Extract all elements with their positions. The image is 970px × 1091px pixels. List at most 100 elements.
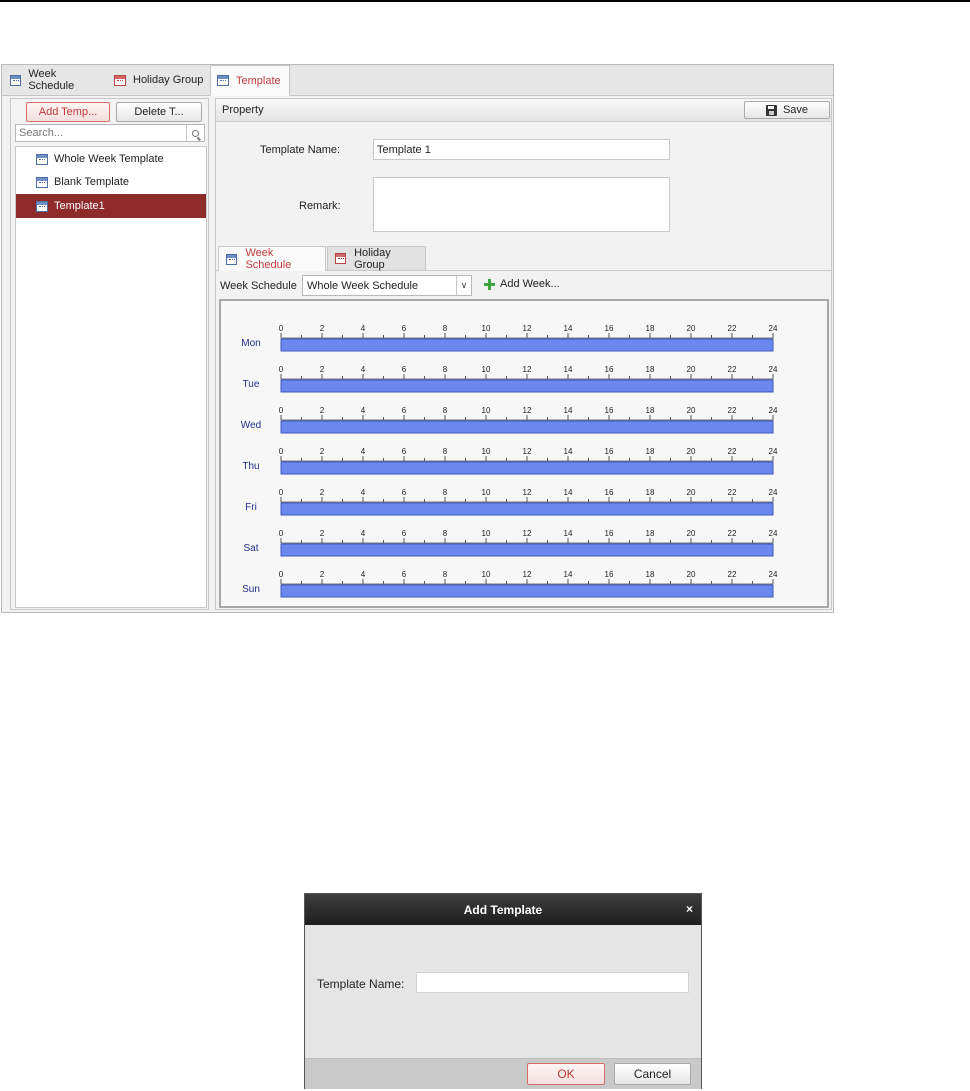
calendar-icon [226, 253, 238, 265]
list-item-label: Blank Template [54, 176, 130, 188]
hour-tick-label: 12 [523, 529, 532, 538]
hour-tick-label: 10 [482, 365, 491, 374]
hour-tick-label: 6 [402, 365, 407, 374]
hour-tick-label: 10 [482, 570, 491, 579]
hour-tick-label: 14 [564, 447, 573, 456]
hour-tick-label: 14 [564, 570, 573, 579]
add-template-button[interactable]: Add Temp... [26, 102, 110, 122]
schedule-bar [280, 461, 774, 475]
template-icon [36, 176, 48, 188]
hour-tick-label: 16 [605, 447, 614, 456]
save-button[interactable]: Save [744, 101, 830, 119]
list-item-whole-week-template[interactable]: Whole Week Template [16, 147, 206, 171]
template-icon [217, 75, 229, 86]
dialog-template-name-field[interactable] [416, 972, 689, 993]
close-icon[interactable]: × [686, 902, 693, 916]
hour-tick-label: 8 [443, 529, 448, 538]
hour-tick-label: 20 [687, 529, 696, 538]
tab-label: Template [236, 74, 281, 87]
hour-tick-label: 8 [443, 447, 448, 456]
hour-tick-label: 2 [320, 406, 325, 415]
add-template-dialog: Add Template × Template Name: OK Cancel [304, 893, 702, 1089]
hour-tick-label: 4 [361, 365, 366, 374]
hour-tick-label: 2 [320, 570, 325, 579]
day-label: Sun [242, 584, 260, 595]
hour-tick-label: 18 [646, 529, 655, 538]
search-input[interactable] [16, 125, 190, 141]
template-name-field[interactable] [373, 139, 670, 160]
hour-tick-label: 22 [728, 365, 737, 374]
hour-tick-label: 6 [402, 447, 407, 456]
holiday-calendar-icon [114, 74, 126, 86]
template-icon [36, 153, 48, 165]
hour-tick-label: 24 [769, 324, 778, 333]
remark-label: Remark: [299, 200, 341, 212]
hour-tick-label: 6 [402, 529, 407, 538]
cancel-button[interactable]: Cancel [614, 1063, 691, 1085]
hour-tick-label: 20 [687, 365, 696, 374]
hour-tick-label: 4 [361, 447, 366, 456]
tab-template[interactable]: Template [210, 65, 290, 96]
schedule-bar [280, 502, 774, 516]
hour-tick-label: 4 [361, 324, 366, 333]
property-title: Property [222, 104, 264, 116]
save-label: Save [782, 104, 809, 116]
hour-tick-label: 10 [482, 529, 491, 538]
hour-tick-label: 4 [361, 529, 366, 538]
hour-tick-label: 12 [523, 570, 532, 579]
hour-tick-label: 12 [523, 324, 532, 333]
hour-tick-label: 24 [769, 529, 778, 538]
list-item-blank-template[interactable]: Blank Template [16, 170, 206, 194]
hour-tick-label: 18 [646, 570, 655, 579]
search-button[interactable] [186, 125, 204, 141]
hour-tick-label: 12 [523, 406, 532, 415]
hour-tick-label: 0 [279, 447, 284, 456]
list-item-template1[interactable]: Template1 [16, 194, 206, 218]
hour-tick-label: 20 [687, 447, 696, 456]
tab-holiday-group-sub[interactable]: Holiday Group [327, 246, 426, 271]
hour-tick-label: 22 [728, 529, 737, 538]
plus-icon [484, 278, 495, 290]
hour-tick-label: 20 [687, 570, 696, 579]
hour-tick-label: 14 [564, 324, 573, 333]
hour-tick-label: 18 [646, 406, 655, 415]
hour-tick-label: 18 [646, 365, 655, 374]
hour-tick-label: 14 [564, 529, 573, 538]
hour-tick-label: 14 [564, 406, 573, 415]
delete-template-button[interactable]: Delete T... [116, 102, 202, 122]
hour-tick-label: 8 [443, 488, 448, 497]
template-list: Whole Week Template Blank Template Templ… [15, 146, 207, 608]
day-label: Tue [243, 379, 260, 390]
holiday-calendar-icon [335, 253, 347, 264]
tab-week-schedule[interactable]: Week Schedule [4, 65, 106, 95]
template-name-label: Template Name: [260, 144, 341, 156]
week-schedule-selected: Whole Week Schedule [307, 279, 419, 292]
add-week-button[interactable]: Add Week... [484, 278, 560, 290]
hour-tick-label: 0 [279, 324, 284, 333]
hour-tick-label: 16 [605, 488, 614, 497]
ok-button[interactable]: OK [527, 1063, 605, 1085]
day-label: Sat [243, 543, 258, 554]
hour-tick-label: 0 [279, 529, 284, 538]
hour-tick-label: 4 [361, 488, 366, 497]
hour-tick-label: 4 [361, 406, 366, 415]
week-schedule-select[interactable]: Whole Week Schedule ∨ [302, 275, 472, 296]
tab-week-schedule-sub[interactable]: Week Schedule [218, 246, 326, 271]
hour-tick-label: 2 [320, 447, 325, 456]
template-property-panel: Property Save Template Name: Remark: Wee… [215, 98, 832, 610]
template-icon [36, 200, 48, 212]
search-icon [192, 129, 199, 137]
schedule-bar [280, 420, 774, 434]
hour-tick-label: 18 [646, 488, 655, 497]
hour-tick-label: 20 [687, 324, 696, 333]
day-label: Wed [241, 420, 261, 431]
hour-tick-label: 4 [361, 570, 366, 579]
hour-tick-label: 8 [443, 406, 448, 415]
calendar-icon [10, 74, 22, 86]
add-week-label: Add Week... [500, 278, 560, 290]
hour-tick-label: 8 [443, 570, 448, 579]
tab-holiday-group[interactable]: Holiday Group [108, 65, 210, 95]
remark-field[interactable] [373, 177, 670, 232]
hour-tick-label: 16 [605, 365, 614, 374]
hour-tick-label: 20 [687, 488, 696, 497]
